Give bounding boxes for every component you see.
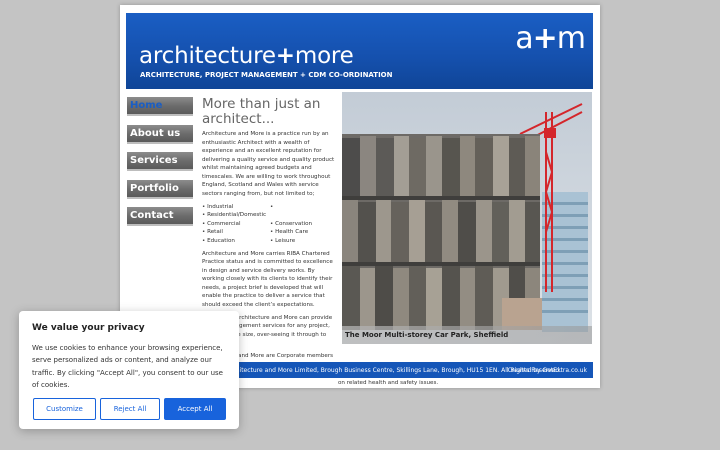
list-item: Leisure (270, 237, 338, 246)
overflow-text: on related health and safety issues. (338, 380, 439, 386)
site-subtitle: ARCHITECTURE, PROJECT MANAGEMENT + CDM C… (140, 71, 393, 79)
list-item: Education (202, 237, 270, 246)
nav-item-home[interactable]: Home (127, 97, 193, 116)
sector-list-right: x Conservation Health Care Leisure (270, 203, 338, 246)
footer-credit-link[interactable]: Created by GetExtra.co.uk (508, 367, 587, 374)
page-heading: More than just an architect... (202, 97, 321, 127)
cookie-text: We use cookies to enhance your browsing … (32, 344, 223, 389)
cookie-consent-dialog: We value your privacy We use cookies to … (19, 311, 239, 429)
photo-caption: The Moor Multi-storey Car Park, Sheffiel… (342, 326, 592, 344)
nav-item-about-us[interactable]: About us (127, 124, 193, 144)
am-logo[interactable]: a+m (515, 21, 586, 56)
cookie-title: We value your privacy (32, 323, 145, 333)
intro-paragraph: Architecture and More is a practice run … (202, 131, 335, 197)
accept-all-button[interactable]: Accept All (164, 398, 226, 420)
nav-item-contact[interactable]: Contact (127, 207, 193, 226)
nav-item-services[interactable]: Services (127, 152, 193, 171)
list-item: Residential/Domestic (202, 211, 270, 220)
sector-lists: Industrial Residential/Domestic Commerci… (202, 203, 338, 246)
list-item: Commercial (202, 220, 270, 229)
riba-paragraph: Architecture and More carries RIBA Chart… (202, 250, 333, 308)
list-item: Industrial (202, 203, 270, 212)
car-park-image (342, 92, 592, 344)
list-item: Retail (202, 228, 270, 237)
customize-button[interactable]: Customize (33, 398, 96, 420)
list-item (270, 203, 338, 212)
main-nav: Home About us Services Portfolio Contact (127, 97, 193, 235)
sector-list-left: Industrial Residential/Domestic Commerci… (202, 203, 270, 246)
reject-all-button[interactable]: Reject All (100, 398, 160, 420)
feature-photo: The Moor Multi-storey Car Park, Sheffiel… (342, 92, 592, 344)
list-item: Conservation (270, 220, 338, 229)
nav-item-portfolio[interactable]: Portfolio (127, 179, 193, 199)
list-item: Health Care (270, 228, 338, 237)
site-title[interactable]: architecture+more (139, 43, 354, 69)
header-banner: architecture+more ARCHITECTURE, PROJECT … (126, 13, 593, 89)
cookie-buttons: Customize Reject All Accept All (33, 398, 226, 420)
